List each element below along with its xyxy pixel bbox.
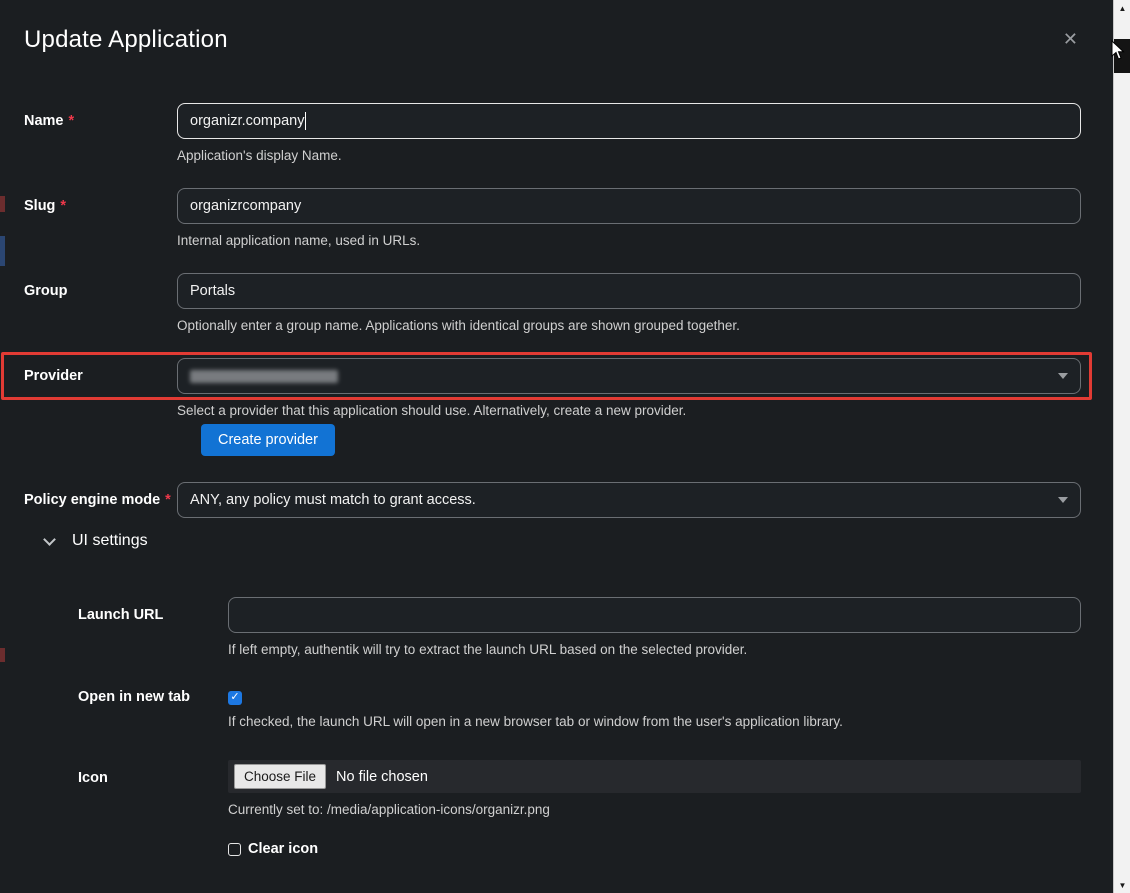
slug-field-row: Slug* organizrcompany Internal applicati… <box>24 188 1081 248</box>
text-cursor <box>305 112 306 130</box>
provider-label: Provider <box>24 358 177 384</box>
icon-field-row: Icon Choose File No file chosen Currentl… <box>24 760 1081 857</box>
open-in-new-tab-row: Open in new tab ✓ If checked, the launch… <box>24 683 1081 729</box>
vertical-scrollbar[interactable]: ▲ ▼ <box>1113 0 1130 893</box>
icon-label: Icon <box>78 760 228 786</box>
ui-settings-section-label: UI settings <box>72 532 148 550</box>
name-field-row: Name* organizr.company Application's dis… <box>24 103 1081 163</box>
close-icon: ✕ <box>1063 29 1078 49</box>
scrollbar-thumb[interactable] <box>1114 39 1130 73</box>
group-field-row: Group Portals Optionally enter a group n… <box>24 273 1081 333</box>
launch-url-label: Launch URL <box>78 597 228 623</box>
clear-icon-row: Clear icon <box>228 841 1081 857</box>
provider-help-text: Select a provider that this application … <box>177 403 1081 418</box>
chevron-down-icon[interactable] <box>43 533 56 546</box>
provider-field-row: Provider Select a provider that this app… <box>24 358 1081 418</box>
close-button[interactable]: ✕ <box>1063 30 1078 48</box>
scroll-down-icon[interactable]: ▼ <box>1114 877 1130 893</box>
background-page-fragment <box>0 236 5 266</box>
group-help-text: Optionally enter a group name. Applicati… <box>177 318 1081 333</box>
dropdown-caret-icon <box>1058 373 1068 379</box>
background-page-fragment <box>0 196 5 212</box>
clear-icon-checkbox[interactable] <box>228 843 241 856</box>
provider-redacted-value <box>190 370 338 383</box>
open-in-new-tab-checkbox[interactable]: ✓ <box>228 691 242 705</box>
slug-help-text: Internal application name, used in URLs. <box>177 233 1081 248</box>
background-page-fragment <box>0 648 5 662</box>
policy-engine-mode-label: Policy engine mode* <box>24 482 177 508</box>
policy-engine-mode-select[interactable]: ANY, any policy must match to grant acce… <box>177 482 1081 518</box>
update-application-modal: Update Application ✕ Name* organizr.comp… <box>0 0 1130 893</box>
icon-help-text: Currently set to: /media/application-ico… <box>228 802 1081 817</box>
scroll-up-icon[interactable]: ▲ <box>1114 0 1130 16</box>
required-marker: * <box>69 113 75 129</box>
name-input-value: organizr.company <box>190 113 304 129</box>
provider-select[interactable] <box>177 358 1081 394</box>
page-title: Update Application <box>24 26 1081 54</box>
choose-file-button[interactable]: Choose File <box>234 764 326 789</box>
dropdown-caret-icon <box>1058 497 1068 503</box>
slug-input[interactable]: organizrcompany <box>177 188 1081 224</box>
check-icon: ✓ <box>230 692 239 703</box>
modal-header: Update Application ✕ <box>24 26 1081 54</box>
policy-engine-mode-value: ANY, any policy must match to grant acce… <box>190 492 476 508</box>
slug-input-value: organizrcompany <box>190 198 301 214</box>
required-marker: * <box>165 492 171 508</box>
ui-settings-section-header[interactable]: UI settings <box>24 532 1081 550</box>
name-help-text: Application's display Name. <box>177 148 1081 163</box>
open-in-new-tab-help-text: If checked, the launch URL will open in … <box>228 714 1081 729</box>
slug-label: Slug* <box>24 188 177 214</box>
group-input-value: Portals <box>190 283 235 299</box>
file-chosen-status: No file chosen <box>336 769 428 785</box>
policy-engine-mode-row: Policy engine mode* ANY, any policy must… <box>24 482 1081 518</box>
group-input[interactable]: Portals <box>177 273 1081 309</box>
open-in-new-tab-label: Open in new tab <box>78 683 228 705</box>
icon-file-input[interactable]: Choose File No file chosen <box>228 760 1081 793</box>
required-marker: * <box>60 198 66 214</box>
launch-url-input[interactable] <box>228 597 1081 633</box>
create-provider-button[interactable]: Create provider <box>201 424 335 456</box>
launch-url-help-text: If left empty, authentik will try to ext… <box>228 642 1081 657</box>
group-label: Group <box>24 273 177 299</box>
clear-icon-label: Clear icon <box>248 841 318 857</box>
provider-actions: Create provider <box>201 424 1081 456</box>
name-input[interactable]: organizr.company <box>177 103 1081 139</box>
name-label: Name* <box>24 103 177 129</box>
launch-url-field-row: Launch URL If left empty, authentik will… <box>24 597 1081 657</box>
